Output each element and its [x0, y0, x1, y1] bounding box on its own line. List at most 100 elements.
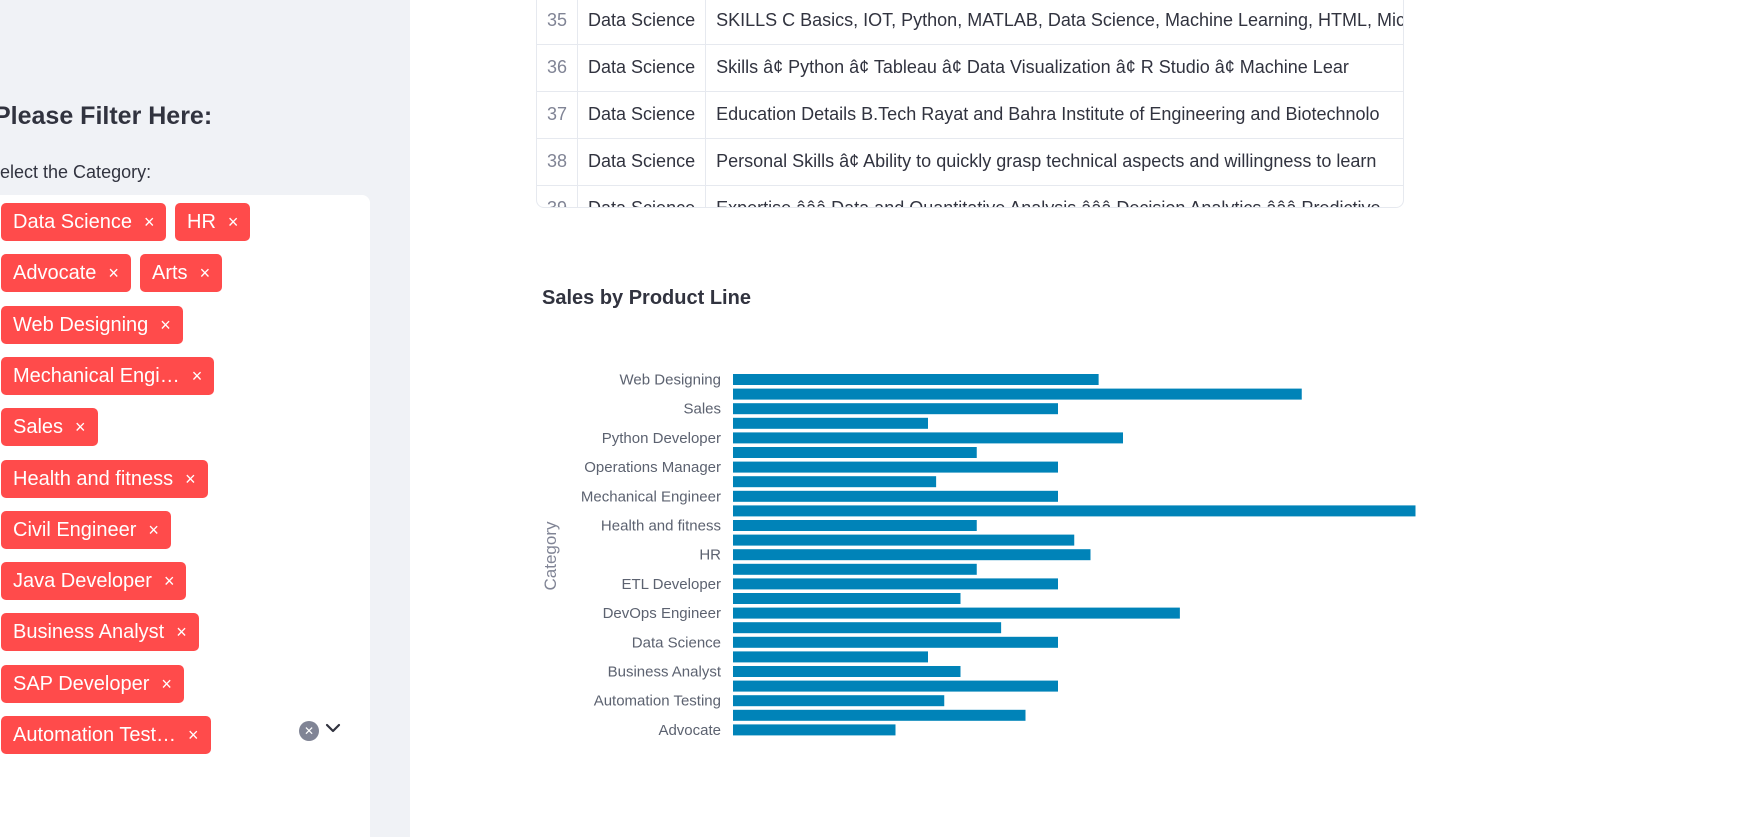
bar[interactable]: [733, 724, 896, 736]
bar[interactable]: [733, 593, 961, 604]
selected-chip[interactable]: Advocate ×: [1, 254, 131, 293]
selected-chip[interactable]: Mechanical Engi… ×: [1, 356, 215, 395]
chip-label: Java Developer: [13, 570, 152, 593]
selected-chip[interactable]: Arts ×: [140, 254, 223, 293]
bar[interactable]: [733, 651, 928, 663]
bar[interactable]: [733, 563, 977, 575]
chip-remove-icon[interactable]: ×: [164, 572, 175, 590]
bar[interactable]: [733, 578, 1058, 590]
selected-chip[interactable]: Web Designing ×: [1, 305, 183, 344]
y-tick-label: Mechanical Engineer: [581, 488, 721, 505]
bar[interactable]: [733, 520, 977, 531]
category-multiselect[interactable]: Data Science × HR × Advocate × Arts × Web Design…: [0, 195, 370, 837]
resume-dataframe[interactable]: 35 Data Science SKILLS C Basics, IOT, Pyth…: [536, 0, 1404, 208]
resume-cell: Skills â¢ Python â¢ Tableau â¢ Data Visu…: [705, 44, 1403, 92]
sidebar: Please Filter Here: Select the Category:…: [0, 0, 410, 837]
bar[interactable]: [733, 680, 1058, 692]
category-cell: Data Science: [577, 138, 707, 186]
y-tick-label: DevOps Engineer: [603, 605, 721, 622]
selected-chip[interactable]: Data Science ×: [1, 203, 167, 241]
y-tick-label: Health and fitness: [601, 518, 721, 535]
row-index-cell: 36: [537, 44, 579, 92]
chip-remove-icon[interactable]: ×: [160, 316, 171, 334]
selected-chip[interactable]: Sales ×: [1, 408, 98, 447]
x-circle-icon[interactable]: ✕: [299, 721, 319, 741]
chip-remove-icon[interactable]: ×: [148, 521, 159, 539]
bar[interactable]: [733, 374, 1099, 385]
chip-label: Mechanical Engi…: [13, 364, 180, 387]
row-index-cell: 35: [537, 0, 579, 45]
selected-chip[interactable]: Business Analyst ×: [1, 613, 199, 652]
bar[interactable]: [733, 709, 1026, 721]
selected-chip[interactable]: Automation Test… ×: [1, 716, 211, 754]
chip-label: Civil Engineer: [13, 518, 137, 541]
main-content: 35 Data Science SKILLS C Basics, IOT, Pyth…: [410, 0, 1743, 837]
chip-remove-icon[interactable]: ×: [192, 367, 203, 385]
bar-chart[interactable]: Web Designing Sales Python Developer Operat…: [530, 360, 1490, 830]
chip-label: SAP Developer: [13, 672, 150, 695]
bar[interactable]: [733, 607, 1180, 619]
chip-remove-icon[interactable]: ×: [176, 623, 187, 641]
chip-remove-icon[interactable]: ×: [108, 264, 119, 282]
table-row[interactable]: 35 Data Science SKILLS C Basics, IOT, Pyth…: [537, 0, 1403, 45]
chip-label: Data Science: [13, 211, 132, 233]
chevron-down-icon[interactable]: [322, 717, 344, 739]
chip-label: Sales: [13, 416, 64, 439]
bar[interactable]: [733, 461, 1058, 473]
selected-chip[interactable]: SAP Developer ×: [1, 664, 184, 703]
chip-label: Automation Test…: [13, 724, 177, 746]
table-row[interactable]: 39 Data Science Expertise âââ Data and Qua…: [537, 185, 1403, 207]
y-tick-label: Operations Manager: [584, 459, 721, 476]
chip-remove-icon[interactable]: ×: [185, 470, 196, 488]
table-row[interactable]: 36 Data Science Skills â¢ Python â¢ Tablea…: [537, 44, 1403, 92]
chip-remove-icon[interactable]: ×: [144, 213, 155, 231]
bar[interactable]: [733, 534, 1075, 546]
category-cell: Data Science: [577, 44, 707, 92]
bar[interactable]: [733, 622, 1002, 634]
y-axis-label: Category: [541, 521, 560, 590]
bar[interactable]: [733, 505, 1416, 517]
chip-label: Advocate: [13, 262, 97, 285]
bar[interactable]: [733, 636, 1058, 648]
chip-remove-icon[interactable]: ×: [200, 264, 211, 282]
bar[interactable]: [733, 388, 1302, 400]
bar[interactable]: [733, 695, 945, 707]
resume-cell: Expertise âââ Data and Quantitative Anal…: [705, 185, 1403, 207]
selected-chip[interactable]: HR ×: [175, 203, 251, 241]
category-cell: Data Science: [577, 185, 707, 207]
category-cell: Data Science: [577, 91, 707, 139]
chip-remove-icon[interactable]: ×: [228, 213, 239, 231]
bar[interactable]: [733, 432, 1123, 444]
bar[interactable]: [733, 403, 1058, 415]
selected-chip[interactable]: Java Developer ×: [1, 562, 187, 601]
chart-title: Sales by Product Line: [542, 287, 751, 309]
table-row[interactable]: 38 Data Science Personal Skills â¢ Ability…: [537, 138, 1403, 186]
bar[interactable]: [733, 447, 977, 458]
chip-label: HR: [187, 211, 216, 233]
y-tick-label: Automation Testing: [594, 693, 721, 710]
bar[interactable]: [733, 549, 1091, 561]
y-tick-label: Advocate: [658, 722, 721, 739]
y-tick-label: Data Science: [632, 634, 721, 651]
bar[interactable]: [733, 490, 1058, 502]
y-tick-label: Sales: [683, 401, 721, 418]
chip-remove-icon[interactable]: ×: [161, 675, 172, 693]
y-tick-label: Python Developer: [602, 430, 721, 447]
category-select-label: Select the Category:: [0, 162, 152, 182]
chip-label: Business Analyst: [13, 621, 165, 644]
sidebar-title: Please Filter Here:: [0, 102, 213, 130]
chip-remove-icon[interactable]: ×: [75, 418, 86, 436]
y-tick-label: Business Analyst: [608, 664, 722, 681]
bar[interactable]: [733, 666, 961, 677]
chip-remove-icon[interactable]: ×: [188, 726, 199, 744]
selected-chip[interactable]: Civil Engineer ×: [1, 510, 171, 549]
resume-cell: Education Details B.Tech Rayat and Bahra…: [705, 91, 1403, 139]
bar[interactable]: [733, 417, 928, 429]
resume-cell: SKILLS C Basics, IOT, Python, MATLAB, Da…: [705, 0, 1403, 45]
table-row[interactable]: 37 Data Science Education Details B.Tech R…: [537, 91, 1403, 139]
row-index-cell: 38: [537, 138, 579, 186]
y-tick-label: ETL Developer: [622, 576, 722, 593]
chip-label: Arts: [152, 262, 188, 285]
bar[interactable]: [733, 476, 937, 488]
selected-chip[interactable]: Health and fitness ×: [1, 459, 208, 498]
